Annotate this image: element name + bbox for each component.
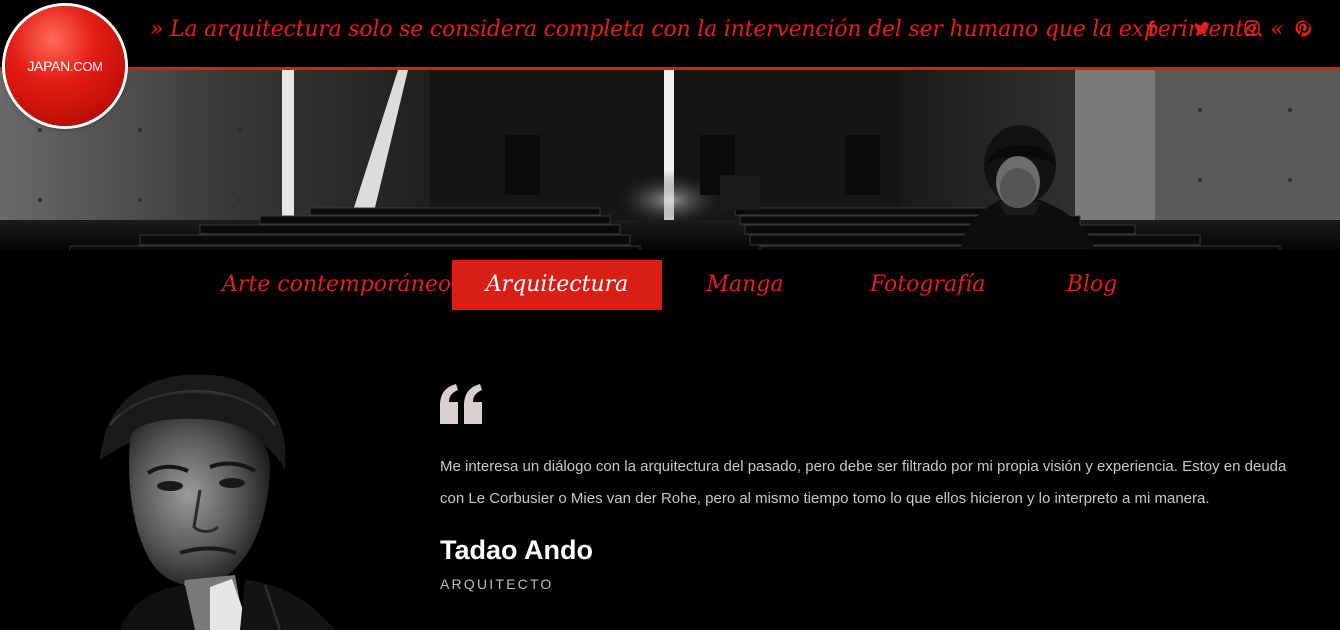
testimonial-text: Me interesa un diálogo con la arquitectu…: [440, 458, 1287, 507]
main-nav: Arte contemporáneo Arquitectura Manga Fo…: [0, 258, 1340, 312]
twitter-icon[interactable]: [1188, 14, 1216, 42]
testimonial-author: Tadao Ando: [440, 535, 593, 565]
nav-item-blog[interactable]: Blog: [1062, 260, 1122, 310]
logo-domain: .COM: [69, 59, 103, 74]
header-tagline: » La arquitectura solo se considera comp…: [150, 17, 1284, 42]
facebook-icon[interactable]: [1137, 14, 1165, 42]
quote-open-icon: [440, 384, 484, 424]
nav-item-arquitectura[interactable]: Arquitectura: [452, 260, 662, 310]
site-logo[interactable]: JAPAN.COM: [5, 6, 125, 126]
logo-text: JAPAN.COM: [27, 58, 103, 74]
instagram-icon[interactable]: [1238, 14, 1266, 42]
logo-main: JAPAN: [27, 58, 70, 74]
nav-item-arte-contemporaneo[interactable]: Arte contemporáneo: [222, 260, 451, 310]
top-bar: » La arquitectura solo se considera comp…: [0, 0, 1340, 68]
nav-item-fotografia[interactable]: Fotografía: [870, 260, 985, 310]
hero-banner-image: [0, 70, 1340, 250]
pinterest-icon[interactable]: [1289, 14, 1317, 42]
nav-item-manga[interactable]: Manga: [700, 260, 790, 310]
author-portrait: [60, 355, 400, 630]
testimonial-role: ARQUITECTO: [440, 576, 554, 592]
